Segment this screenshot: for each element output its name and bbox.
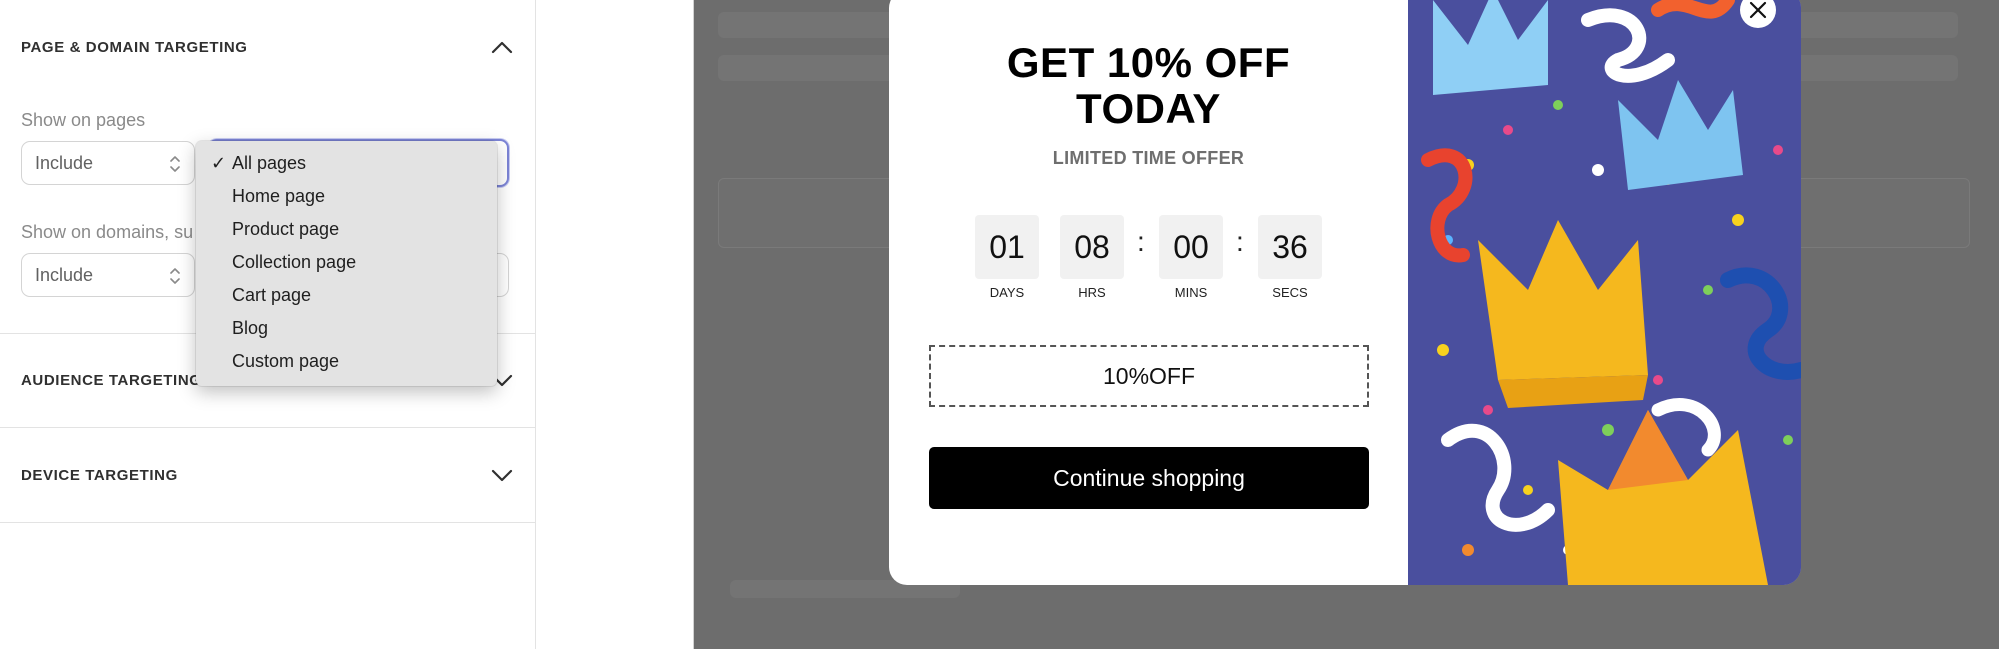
dropdown-option-blog[interactable]: Blog <box>196 312 497 345</box>
coupon-code[interactable]: 10%OFF <box>929 345 1369 407</box>
dropdown-option-cart-page[interactable]: Cart page <box>196 279 497 312</box>
audience-targeting-title: AUDIENCE TARGETING <box>21 371 202 389</box>
countdown-days: 01 <box>975 215 1039 279</box>
dropdown-option-home-page[interactable]: Home page <box>196 180 497 213</box>
pages-mode-select[interactable]: Include <box>21 141 195 185</box>
countdown-mins: 00 <box>1159 215 1223 279</box>
pages-dropdown-menu: ✓ All pages Home page Product page Colle… <box>196 141 497 386</box>
countdown-hours-label: HRS <box>1078 285 1106 300</box>
pages-mode-value: Include <box>35 152 94 173</box>
check-icon: ✓ <box>211 153 227 173</box>
countdown-mins-label: MINS <box>1174 285 1208 300</box>
show-on-domains-label: Show on domains, su <box>21 222 194 242</box>
select-arrows-icon <box>170 268 180 284</box>
device-targeting-header[interactable]: DEVICE TARGETING <box>21 460 514 490</box>
popup-subhead: LIMITED TIME OFFER <box>1052 148 1245 168</box>
chevron-up-icon[interactable] <box>490 35 514 59</box>
countdown-days-label: DAYS <box>989 285 1025 300</box>
dropdown-option-all-pages[interactable]: ✓ All pages <box>196 147 497 180</box>
dropdown-option-custom-page[interactable]: Custom page <box>196 345 497 378</box>
chevron-down-icon[interactable] <box>490 463 514 487</box>
continue-shopping-button[interactable]: Continue shopping <box>929 447 1369 509</box>
page-domain-targeting-header[interactable]: PAGE & DOMAIN TARGETING <box>21 32 514 62</box>
option-label: Home page <box>232 186 326 206</box>
popup-headline: GET 10% OFF TODAY <box>889 40 1408 132</box>
option-label: Custom page <box>232 351 340 371</box>
countdown-secs: 36 <box>1258 215 1322 279</box>
option-label: Collection page <box>232 252 357 272</box>
device-targeting-title: DEVICE TARGETING <box>21 466 178 484</box>
option-label: Product page <box>232 219 340 239</box>
party-crowns-image <box>1408 0 1801 585</box>
dropdown-option-product-page[interactable]: Product page <box>196 213 497 246</box>
option-label: Cart page <box>232 285 312 305</box>
show-on-pages-label: Show on pages <box>21 110 146 130</box>
countdown-separator: : <box>1236 226 1244 257</box>
dropdown-option-collection-page[interactable]: Collection page <box>196 246 497 279</box>
headline-line1: GET 10% OFF <box>1006 39 1291 86</box>
countdown-hours: 08 <box>1060 215 1124 279</box>
countdown-separator: : <box>1137 226 1145 257</box>
countdown-secs-label: SECS <box>1272 285 1308 300</box>
page-domain-targeting-title: PAGE & DOMAIN TARGETING <box>21 38 248 56</box>
close-icon <box>1749 1 1767 19</box>
domains-mode-value: Include <box>35 264 94 285</box>
popup-content: GET 10% OFF TODAY LIMITED TIME OFFER 01 … <box>889 0 1408 585</box>
panel-gutter <box>536 0 694 649</box>
domains-mode-select[interactable]: Include <box>21 253 195 297</box>
headline-line2: TODAY <box>1076 85 1221 132</box>
popup-modal: GET 10% OFF TODAY LIMITED TIME OFFER 01 … <box>889 0 1801 585</box>
option-label: Blog <box>232 318 269 338</box>
divider <box>0 522 535 523</box>
option-label: All pages <box>232 153 307 173</box>
select-arrows-icon <box>170 156 180 172</box>
party-crowns-illustration <box>1408 0 1801 585</box>
divider <box>0 427 535 428</box>
